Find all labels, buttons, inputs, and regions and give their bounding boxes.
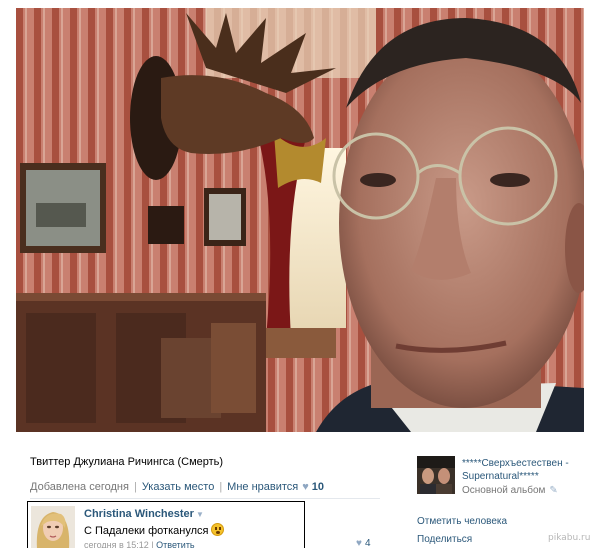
photo-description: Твиттер Джулиана Ричингса (Смерть): [30, 456, 224, 468]
album-subtitle: Основной альбом ✎: [462, 485, 558, 496]
commenter-avatar[interactable]: [31, 506, 75, 548]
heart-icon[interactable]: ♥: [302, 481, 309, 493]
comment-like-count: 4: [364, 538, 371, 548]
comment-time: сегодня в 15:12 | Ответить: [84, 540, 195, 548]
heart-icon[interactable]: ♥: [356, 538, 362, 548]
commenter-avatar-illustration: [31, 506, 75, 548]
comment-author[interactable]: Christina Winchester ▼: [84, 508, 204, 520]
section-divider: [30, 498, 380, 499]
share-link[interactable]: Поделиться: [417, 534, 472, 545]
like-count: 10: [311, 481, 325, 493]
like-link[interactable]: Мне нравится: [227, 481, 298, 493]
photo-info: Твиттер Джулиана Ричингса (Смерть) Добав…: [30, 455, 390, 494]
album-thumbnail[interactable]: [417, 456, 455, 494]
pencil-icon[interactable]: ✎: [549, 485, 557, 496]
album-subtitle-text: Основной альбом: [462, 485, 546, 496]
shocked-emoji-icon: [211, 523, 225, 536]
separator: |: [133, 481, 137, 493]
selfie-photo-illustration: [16, 8, 584, 432]
comment-author-name[interactable]: Christina Winchester: [84, 508, 194, 520]
comment-timestamp: сегодня в 15:12: [84, 540, 149, 548]
comment-like[interactable]: ♥ 4: [356, 538, 371, 548]
album-thumbnail-illustration: [417, 456, 455, 494]
watermark: pikabu.ru: [548, 533, 591, 543]
reply-link[interactable]: Ответить: [156, 540, 194, 548]
tag-person-link[interactable]: Отметить человека: [417, 516, 507, 527]
set-location-link[interactable]: Указать место: [142, 481, 215, 493]
main-photo[interactable]: [16, 8, 584, 432]
chevron-down-icon[interactable]: ▼: [196, 510, 204, 519]
album-title[interactable]: *****Сверхъестествен - Supernatural*****: [462, 457, 597, 483]
comment-item: Christina Winchester ▼ С Падалеки фоткану…: [27, 501, 305, 548]
comment-text: С Падалеки фотканулся: [84, 523, 225, 537]
photo-meta-row: Добавлена сегодня | Указать место | Мне нрав…: [30, 480, 390, 494]
album-block: *****Сверхъестествен - Supernatural*****…: [417, 456, 597, 496]
comment-text-content: С Падалеки фотканулся: [84, 525, 209, 537]
added-date: Добавлена сегодня: [30, 481, 129, 493]
separator: |: [219, 481, 223, 493]
